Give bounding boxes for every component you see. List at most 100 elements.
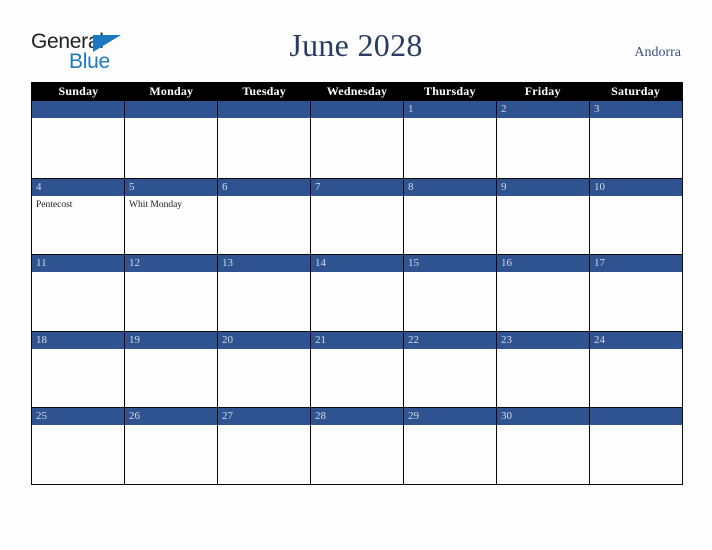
day-cell-empty[interactable] — [32, 101, 124, 178]
day-cell-empty[interactable] — [124, 101, 217, 178]
day-cell-11[interactable]: 11 — [32, 255, 124, 331]
day-number-band: 16 — [497, 255, 589, 273]
day-number-band: 2 — [497, 101, 589, 118]
day-number: 24 — [594, 333, 605, 346]
day-events — [590, 118, 682, 121]
day-number: 26 — [129, 410, 140, 423]
day-number-band — [125, 101, 217, 118]
day-cell-2[interactable]: 2 — [496, 101, 589, 178]
day-cell-empty[interactable] — [217, 101, 310, 178]
calendar-grid: Sunday Monday Tuesday Wednesday Thursday Frid… — [31, 82, 683, 485]
day-number: 12 — [129, 257, 140, 270]
day-cell-27[interactable]: 27 — [217, 408, 310, 484]
day-cell-9[interactable]: 9 — [496, 178, 589, 255]
day-events — [404, 349, 496, 352]
day-number: 4 — [36, 180, 42, 193]
day-number-band: 22 — [404, 331, 496, 349]
day-number-band: 12 — [125, 255, 217, 273]
day-number: 20 — [222, 333, 233, 346]
day-cell-12[interactable]: 12 — [124, 255, 217, 331]
day-cell-empty[interactable] — [310, 101, 403, 178]
day-events — [311, 349, 403, 352]
day-events — [497, 196, 589, 199]
day-events — [404, 425, 496, 428]
weekday-header-sunday: Sunday — [58, 84, 99, 98]
day-number-band: 5 — [125, 178, 217, 196]
weekday-header-tuesday: Tuesday — [242, 84, 286, 98]
day-cell-4[interactable]: 4 Pentecost — [32, 178, 124, 255]
day-events — [404, 196, 496, 199]
day-number: 14 — [315, 257, 326, 270]
day-events — [218, 118, 310, 121]
day-events — [497, 425, 589, 428]
day-cell-17[interactable]: 17 — [589, 255, 682, 331]
day-number-band: 30 — [497, 408, 589, 426]
day-number-band — [218, 101, 310, 118]
day-cell-21[interactable]: 21 — [310, 331, 403, 408]
day-number: 8 — [408, 180, 414, 193]
day-cell-5[interactable]: 5 Whit Monday — [124, 178, 217, 255]
day-cell-28[interactable]: 28 — [310, 408, 403, 484]
calendar-week-row: 18 19 20 21 22 23 24 — [32, 330, 682, 408]
day-cell-14[interactable]: 14 — [310, 255, 403, 331]
day-cell-30[interactable]: 30 — [496, 408, 589, 484]
day-cell-1[interactable]: 1 — [403, 101, 496, 178]
day-events — [590, 425, 682, 428]
day-number-band: 27 — [218, 408, 310, 426]
day-events — [218, 425, 310, 428]
day-number-band: 10 — [590, 178, 682, 196]
day-number-band: 13 — [218, 255, 310, 273]
day-number: 1 — [408, 103, 414, 115]
day-cell-10[interactable]: 10 — [589, 178, 682, 255]
day-cell-3[interactable]: 3 — [589, 101, 682, 178]
day-number: 7 — [315, 180, 321, 193]
day-number-band: 26 — [125, 408, 217, 426]
day-number-band: 29 — [404, 408, 496, 426]
day-cell-13[interactable]: 13 — [217, 255, 310, 331]
day-number-band: 3 — [590, 101, 682, 118]
day-number-band: 23 — [497, 331, 589, 349]
day-number-band: 8 — [404, 178, 496, 196]
day-cell-19[interactable]: 19 — [124, 331, 217, 408]
day-cell-23[interactable]: 23 — [496, 331, 589, 408]
day-events — [311, 425, 403, 428]
day-cell-20[interactable]: 20 — [217, 331, 310, 408]
day-cell-24[interactable]: 24 — [589, 331, 682, 408]
holiday-label: Whit Monday — [129, 199, 183, 210]
day-events — [32, 349, 124, 352]
day-cell-6[interactable]: 6 — [217, 178, 310, 255]
day-cell-8[interactable]: 8 — [403, 178, 496, 255]
weekday-header-friday: Friday — [524, 84, 561, 98]
day-number-band — [311, 101, 403, 118]
day-cell-15[interactable]: 15 — [403, 255, 496, 331]
day-cell-16[interactable]: 16 — [496, 255, 589, 331]
day-number-band: 15 — [404, 255, 496, 273]
day-number: 13 — [222, 257, 233, 270]
day-number: 16 — [501, 257, 512, 270]
day-events: Pentecost — [32, 196, 124, 211]
day-events — [32, 272, 124, 275]
day-number-band: 21 — [311, 331, 403, 349]
day-cell-26[interactable]: 26 — [124, 408, 217, 484]
day-events — [218, 349, 310, 352]
day-cell-7[interactable]: 7 — [310, 178, 403, 255]
weekday-header-monday: Monday — [149, 84, 194, 98]
day-cell-empty[interactable] — [589, 408, 682, 484]
weekday-header-thursday: Thursday — [424, 84, 476, 98]
day-number-band — [590, 408, 682, 426]
day-events — [218, 196, 310, 199]
day-number-band: 1 — [404, 101, 496, 118]
day-number: 30 — [501, 410, 512, 423]
day-events — [497, 349, 589, 352]
day-number: 18 — [36, 333, 47, 346]
day-events — [125, 425, 217, 428]
locale-label: Andorra — [634, 45, 681, 60]
day-cell-29[interactable]: 29 — [403, 408, 496, 484]
day-cell-18[interactable]: 18 — [32, 331, 124, 408]
day-events — [125, 118, 217, 121]
day-cell-22[interactable]: 22 — [403, 331, 496, 408]
day-events — [590, 272, 682, 275]
day-cell-25[interactable]: 25 — [32, 408, 124, 484]
holiday-label: Pentecost — [36, 199, 73, 210]
day-number-band: 19 — [125, 331, 217, 349]
